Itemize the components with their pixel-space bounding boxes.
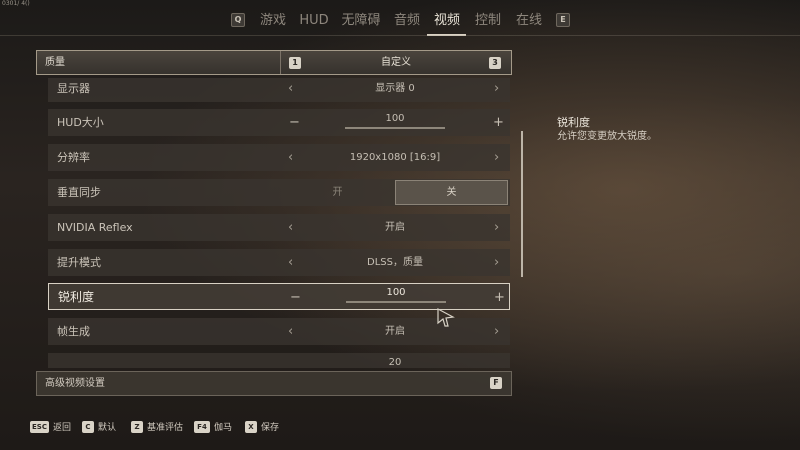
setting-label: 锐利度 [58,290,95,304]
description-text: 允许您变更放大锐度。 [557,131,657,142]
hint-label: 返回 [52,423,71,433]
quality-preset-bar[interactable]: 质量 1 自定义 3 [36,50,512,75]
f4-key: F4 [194,420,210,433]
chevron-right-icon[interactable]: › [494,144,499,171]
tab-game[interactable]: 游戏 [255,10,291,32]
hint-benchmark[interactable]: Z 基准评估 [131,416,184,433]
advanced-label: 高级视频设置 [45,378,105,389]
chevron-right-icon[interactable]: › [494,78,499,102]
mouse-cursor-icon [437,308,455,327]
esc-key: ESC [30,420,49,433]
hint-default[interactable]: C 默认 [82,416,117,433]
hint-back[interactable]: ESC 返回 [30,416,71,433]
next-tab-key[interactable]: E [556,13,570,27]
setting-row-partial[interactable]: 20 [48,353,510,368]
chevron-right-icon[interactable]: › [494,214,499,241]
hint-save[interactable]: X 保存 [245,416,280,433]
settings-scrollbar[interactable] [521,131,523,277]
tab-controls[interactable]: 控制 [471,10,505,32]
setting-row-nvidia-reflex[interactable]: NVIDIA Reflex ‹ 开启 › [48,214,510,241]
setting-row-hud-size[interactable]: HUD大小 − 100 + [48,109,510,136]
z-key: Z [131,420,143,433]
plus-icon[interactable]: + [493,109,504,136]
advanced-key: F [490,377,502,389]
setting-label: 分辨率 [57,151,90,164]
setting-value: 1920x1080 [16:9] [349,152,441,163]
setting-value: 开启 [385,326,405,337]
tab-accessibility[interactable]: 无障碍 [338,10,384,32]
vsync-off-option[interactable]: 关 [395,180,508,205]
prev-tab-key[interactable]: Q [231,13,245,27]
slider-track[interactable] [345,127,445,129]
hint-label: 伽马 [214,423,233,433]
setting-row-vsync[interactable]: 垂直同步 开 关 [48,179,510,206]
hint-label: 保存 [261,423,280,433]
quality-next-key[interactable]: 3 [489,57,501,69]
setting-value: 20 [388,357,402,368]
setting-row-display[interactable]: 显示器 ‹ 显示器 0 › [48,78,510,102]
setting-label: HUD大小 [57,116,104,129]
tab-hud[interactable]: HUD [297,10,331,32]
chevron-right-icon[interactable]: › [494,249,499,276]
setting-value: DLSS，质量 [367,257,423,268]
quality-label: 质量 [45,57,65,68]
debug-overlay-text: 0301/ 4() [2,0,30,7]
setting-label: 显示器 [57,82,90,95]
setting-label: 提升模式 [57,256,101,269]
quality-value: 自定义 [381,57,411,68]
setting-row-sharpness[interactable]: 锐利度 − 100 + [48,283,510,310]
hint-gamma[interactable]: F4 伽马 [194,416,233,433]
top-nav: Q 游戏 HUD 无障碍 音频 视频 控制 在线 E [0,10,800,36]
plus-icon[interactable]: + [494,284,505,311]
nav-divider [0,35,800,36]
vsync-on-option[interactable]: 开 [280,179,395,206]
setting-row-upscale-mode[interactable]: 提升模式 ‹ DLSS，质量 › [48,249,510,276]
slider-track[interactable] [346,301,446,303]
setting-label: 垂直同步 [57,186,101,199]
tab-video[interactable]: 视频 [430,10,464,32]
c-key: C [82,420,94,433]
chevron-right-icon[interactable]: › [494,318,499,345]
hint-label: 默认 [98,423,117,433]
setting-value: 开启 [385,222,405,233]
advanced-video-settings-button[interactable]: 高级视频设置 F [36,371,512,396]
setting-value: 显示器 0 [375,83,415,94]
setting-label: NVIDIA Reflex [57,221,133,234]
tab-online[interactable]: 在线 [512,10,546,32]
setting-label: 帧生成 [57,325,90,338]
tab-audio[interactable]: 音频 [390,10,424,32]
setting-row-resolution[interactable]: 分辨率 ‹ 1920x1080 [16:9] › [48,144,510,171]
x-key: X [245,420,257,433]
hint-label: 基准评估 [147,423,184,433]
